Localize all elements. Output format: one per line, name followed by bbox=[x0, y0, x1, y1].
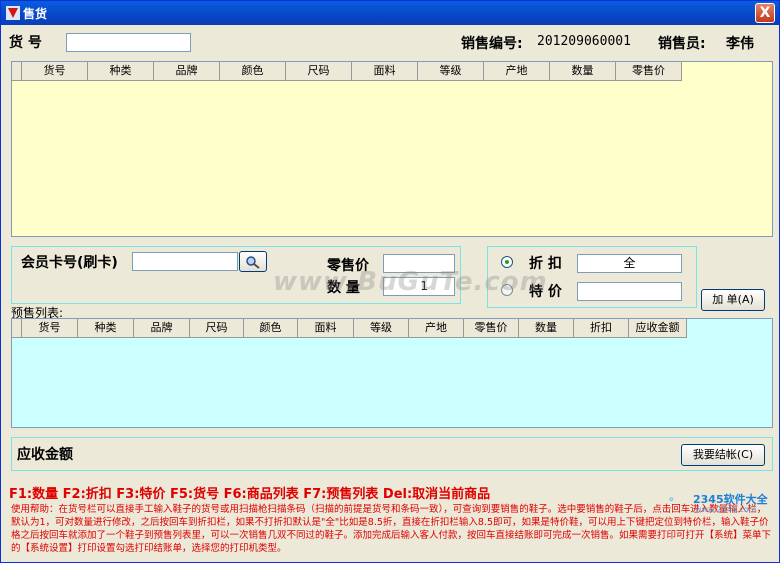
close-button[interactable]: X bbox=[755, 3, 775, 23]
sales-window: 售货 X 货 号 销售编号: 201209060001 销售员: 李伟 货号 种… bbox=[0, 0, 780, 563]
search-icon bbox=[246, 256, 260, 269]
seller-label: 销售员: bbox=[658, 36, 706, 52]
col-color[interactable]: 颜色 bbox=[220, 62, 286, 81]
col-quantity[interactable]: 数量 bbox=[550, 62, 616, 81]
checkout-button[interactable]: 我要结帐(C) bbox=[681, 444, 765, 466]
presale-col-amount-due[interactable]: 应收金额 bbox=[629, 319, 687, 338]
col-retail-price[interactable]: 零售价 bbox=[616, 62, 682, 81]
help-text: 使用帮助：在货号栏可以直接手工输入鞋子的货号或用扫描枪扫描条码（扫描的前提是货号… bbox=[11, 504, 772, 554]
amount-due-panel bbox=[11, 437, 773, 471]
sale-no-value: 201209060001 bbox=[537, 34, 631, 49]
presale-grid[interactable]: 货号 种类 品牌 尺码 颜色 面料 等级 产地 零售价 数量 折扣 应收金额 bbox=[11, 318, 773, 428]
presale-col-color[interactable]: 颜色 bbox=[244, 319, 298, 338]
col-grade[interactable]: 等级 bbox=[418, 62, 484, 81]
presale-col-item-no[interactable]: 货号 bbox=[22, 319, 78, 338]
col-origin[interactable]: 产地 bbox=[484, 62, 550, 81]
col-item-no[interactable]: 货号 bbox=[22, 62, 88, 81]
member-card-label: 会员卡号(刷卡) bbox=[21, 255, 118, 271]
presale-col-category[interactable]: 种类 bbox=[78, 319, 134, 338]
col-brand[interactable]: 品牌 bbox=[154, 62, 220, 81]
title-bar: 售货 X bbox=[1, 1, 779, 25]
site-logo-url: www.2345.com bbox=[695, 505, 757, 514]
discount-input[interactable]: 全 bbox=[577, 254, 682, 273]
window-title: 售货 bbox=[23, 7, 48, 21]
product-grid-header: 货号 种类 品牌 颜色 尺码 面料 等级 产地 数量 零售价 bbox=[12, 62, 682, 81]
presale-col-brand[interactable]: 品牌 bbox=[134, 319, 190, 338]
presale-grid-header: 货号 种类 品牌 尺码 颜色 面料 等级 产地 零售价 数量 折扣 应收金额 bbox=[12, 319, 687, 338]
seller-value: 李伟 bbox=[726, 36, 754, 52]
add-order-button[interactable]: 加 单(A) bbox=[701, 289, 765, 311]
presale-col-origin[interactable]: 产地 bbox=[409, 319, 464, 338]
col-fabric[interactable]: 面料 bbox=[352, 62, 418, 81]
special-price-input[interactable] bbox=[577, 282, 682, 301]
presale-col-fabric[interactable]: 面料 bbox=[298, 319, 354, 338]
presale-col-quantity[interactable]: 数量 bbox=[519, 319, 574, 338]
amount-due-label: 应收金额 bbox=[17, 447, 73, 463]
site-logo-icon bbox=[669, 497, 673, 501]
col-category[interactable]: 种类 bbox=[88, 62, 154, 81]
col-size[interactable]: 尺码 bbox=[286, 62, 352, 81]
item-no-input[interactable] bbox=[66, 33, 191, 52]
presale-col-grade[interactable]: 等级 bbox=[354, 319, 409, 338]
app-icon bbox=[6, 6, 20, 20]
presale-col-retail-price[interactable]: 零售价 bbox=[464, 319, 519, 338]
item-no-label: 货 号 bbox=[9, 35, 42, 51]
member-search-button[interactable] bbox=[239, 251, 267, 272]
sale-no-label: 销售编号: bbox=[461, 36, 523, 52]
presale-col-discount[interactable]: 折扣 bbox=[574, 319, 629, 338]
hotkey-hints: F1:数量 F2:折扣 F3:特价 F5:货号 F6:商品列表 F7:预售列表 … bbox=[9, 487, 491, 502]
member-card-input[interactable] bbox=[132, 252, 238, 271]
product-grid[interactable]: 货号 种类 品牌 颜色 尺码 面料 等级 产地 数量 零售价 bbox=[11, 61, 773, 237]
presale-col-size[interactable]: 尺码 bbox=[190, 319, 244, 338]
watermark: www.BuGuTe.com bbox=[273, 267, 548, 297]
